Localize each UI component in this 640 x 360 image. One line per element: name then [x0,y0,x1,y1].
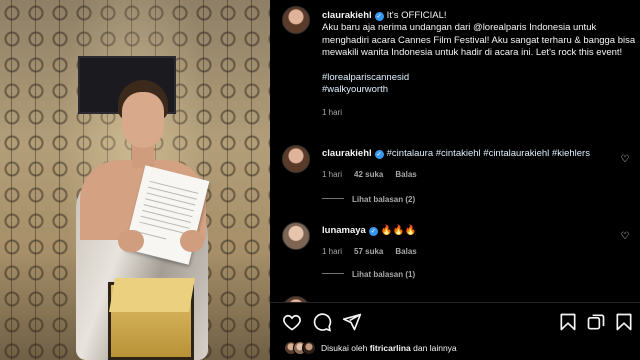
caption-author[interactable]: claurakiehl [322,10,372,21]
liked-by-text: Disukai oleh fitricarlina dan lainnya [321,343,457,353]
hashtag[interactable]: #walkyourworth [322,84,638,96]
comment-meta: 1 hari 42 suka Balas [322,170,622,179]
view-replies-label: Lihat balasan (1) [352,270,416,279]
liker-avatar [302,341,316,355]
hashtag[interactable]: #lorealpariscannesid [322,72,638,84]
comment-likes[interactable]: 42 suka [354,170,383,179]
repost-icon[interactable] [586,312,606,332]
comment-time: 1 hari [322,247,343,257]
post-image[interactable] [0,0,270,360]
post-details-panel: claurakiehl ✓ It's OFFICIAL! Aku baru aja … [270,0,640,360]
avatar[interactable] [282,222,310,250]
send-icon[interactable] [342,312,362,332]
right-hand [180,230,204,252]
left-hand [118,230,144,252]
caption-body: Aku baru aja nerima undangan dari @lorea… [322,22,636,59]
comment-item: lunamaya ✓ 🔥🔥🔥 1 hari 57 suka Balas ♡ [282,222,638,292]
replies-line-divider [322,198,344,199]
liked-by-suffix: dan lainnya [413,343,457,353]
comments-scroll-area[interactable]: claurakiehl ✓ It's OFFICIAL! Aku baru aja … [270,0,640,302]
comment-like-heart-icon[interactable]: ♡ [620,232,630,242]
heart-icon[interactable] [282,312,302,332]
caption-lead: It's OFFICIAL! [386,10,447,21]
comment-time: 1 hari [322,170,343,180]
face [122,92,164,148]
verified-badge-icon: ✓ [374,12,384,21]
view-replies-button[interactable]: Lihat balasan (2) [322,195,415,204]
liked-by-row[interactable]: Disukai oleh fitricarlina dan lainnya [284,340,457,356]
comment-like-heart-icon[interactable]: ♡ [620,155,630,165]
comment-text: #cintalaura #cintakiehl #cintalaurakiehl… [386,148,590,159]
section-divider [270,302,640,303]
comment-item: claurakiehl ✓ #cintalaura #cintakiehl #cin… [282,145,638,215]
comment-text: 🔥🔥🔥 [380,225,417,236]
bookmark-outline-icon[interactable] [614,312,634,332]
caption-time: 1 hari [322,108,343,118]
view-replies-label: Lihat balasan (2) [352,195,416,204]
liked-by-prefix: Disukai oleh [321,343,368,353]
caption-first-line: claurakiehl ✓ It's OFFICIAL! [322,10,638,22]
reply-button[interactable]: Balas [395,170,416,179]
avatar[interactable] [282,145,310,173]
gift-box-lid [109,278,195,312]
comment-meta: 1 hari 57 suka Balas [322,247,622,256]
liked-by-user[interactable]: fitricarlina [370,343,411,353]
replies-line-divider [322,273,344,274]
comment-likes[interactable]: 57 suka [354,247,383,256]
avatar[interactable] [282,6,310,34]
reply-button[interactable]: Balas [395,247,416,256]
verified-badge-icon: ✓ [368,227,378,236]
comment-author[interactable]: claurakiehl [322,148,372,159]
view-replies-button[interactable]: Lihat balasan (1) [322,270,415,279]
bookmark-icon[interactable] [558,312,578,332]
verified-badge-icon: ✓ [374,150,384,159]
comment-icon[interactable] [312,312,332,332]
action-bar [270,306,640,336]
comment-author[interactable]: lunamaya [322,225,366,236]
